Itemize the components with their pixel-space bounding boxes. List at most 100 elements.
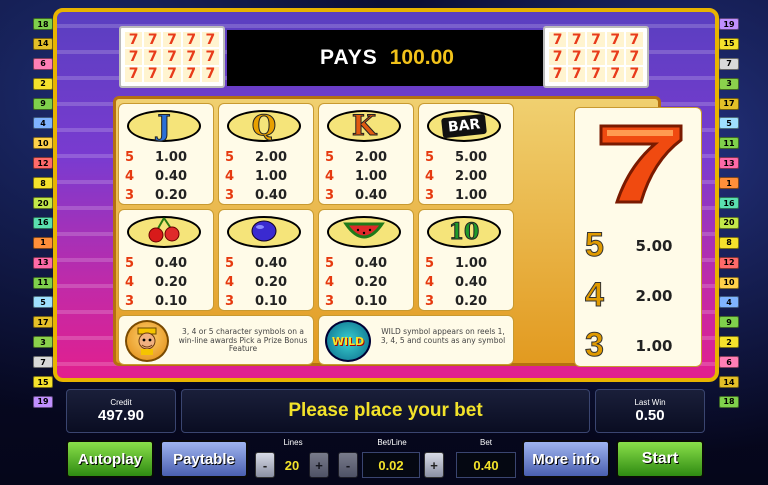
mini-seven-icon: 7 (549, 66, 567, 82)
pay-count: 3 (125, 294, 135, 309)
pay-row: 4 0.20 (225, 273, 307, 292)
right-line-badge: 4 (719, 296, 739, 309)
mini-seven-icon: 7 (625, 66, 643, 82)
mini-seven-icon: 7 (549, 49, 567, 65)
pay-count: 3 (225, 294, 235, 309)
mini-seven-icon: 7 (163, 49, 181, 65)
seven-cell: 5 5.00 4 2.00 3 1.00 (574, 107, 702, 367)
pay-amount: 1.00 (354, 169, 388, 184)
pay-row: 3 0.40 (225, 186, 307, 205)
wild-icon: WILD (325, 320, 371, 362)
more-info-button[interactable]: More info (522, 440, 610, 478)
lines-minus-button[interactable]: - (255, 452, 275, 478)
mini-seven-icon: 7 (201, 49, 219, 65)
mini-reel-grid-left: 777777777777777 (119, 26, 225, 88)
pay-row: 4 0.20 (125, 273, 207, 292)
pay-amount: 0.40 (154, 256, 188, 271)
pay-count: 4 (425, 275, 435, 290)
mini-seven-icon: 7 (587, 49, 605, 65)
right-line-badge: 18 (719, 395, 739, 408)
left-line-badge: 9 (33, 97, 53, 110)
left-line-badge: 2 (33, 77, 53, 90)
paytable-button[interactable]: Paytable (160, 440, 248, 478)
pay-amount: 0.40 (354, 256, 388, 271)
left-line-badge: 10 (33, 137, 53, 150)
seven-pay-amount: 2.00 (635, 286, 673, 305)
betline-label: Bet/Line (377, 438, 407, 447)
start-button[interactable]: Start (616, 440, 704, 478)
last-win-display: Last Win 0.50 (595, 389, 705, 433)
left-line-badge: 15 (33, 376, 53, 389)
left-line-badge: 17 (33, 316, 53, 329)
mini-seven-icon: 7 (568, 66, 586, 82)
seven-symbol (593, 116, 688, 206)
mini-seven-icon: 7 (163, 32, 181, 48)
left-line-badge: 12 (33, 157, 53, 170)
mini-seven-icon: 7 (625, 32, 643, 48)
pay-amount: 0.20 (254, 275, 288, 290)
symbol-glyph: 10 (448, 219, 480, 245)
pay-count: 3 (225, 188, 235, 203)
pay-amount: 0.20 (454, 294, 488, 309)
left-line-badge: 7 (33, 356, 53, 369)
pay-count: 3 (425, 294, 435, 309)
mini-seven-icon: 7 (568, 49, 586, 65)
mini-seven-icon: 7 (144, 66, 162, 82)
pay-count: 4 (125, 275, 135, 290)
right-line-badge: 15 (719, 37, 739, 50)
left-line-badge: 18 (33, 18, 53, 30)
pay-count: 5 (325, 256, 335, 271)
betline-minus-button[interactable]: - (338, 452, 358, 478)
pay-amount: 0.40 (354, 188, 388, 203)
pay-count: 3 (125, 188, 135, 203)
left-line-badge: 20 (33, 197, 53, 210)
right-line-badge: 9 (719, 316, 739, 329)
betline-plus-button[interactable]: + (424, 452, 444, 478)
pay-amount: 0.40 (154, 169, 188, 184)
cherries-shape (144, 216, 184, 249)
pay-count: 4 (425, 169, 435, 184)
mini-seven-icon: 7 (606, 66, 624, 82)
pay-row: 3 0.20 (425, 292, 507, 311)
lines-plus-button[interactable]: + (309, 452, 329, 478)
pay-amount: 5.00 (454, 150, 488, 165)
pay-amount: 2.00 (254, 150, 288, 165)
cherries-icon (127, 216, 201, 248)
last-win-label: Last Win (634, 398, 666, 407)
right-line-badge: 20 (719, 216, 739, 229)
pay-row: 3 0.20 (125, 186, 207, 205)
pay-count: 5 (425, 256, 435, 271)
pay-row: 5 1.00 (125, 148, 207, 167)
watermelon-shape (342, 216, 386, 249)
pay-count: 5 (225, 256, 235, 271)
pay-row: 5 0.40 (125, 254, 207, 273)
pay-count: 5 (125, 150, 135, 165)
left-line-badge: 8 (33, 177, 53, 190)
pay-amount: 1.00 (254, 169, 288, 184)
credit-display: Credit 497.90 (66, 389, 176, 433)
pay-count: 4 (325, 275, 335, 290)
mini-seven-icon: 7 (182, 32, 200, 48)
status-message: Please place your bet (288, 400, 483, 421)
betline-value: 0.02 (362, 452, 420, 478)
pay-count: 4 (225, 169, 235, 184)
character-note: 3, 4 or 5 character symbols on a win-lin… (178, 327, 308, 354)
pay-rows: 5 2.00 4 1.00 3 0.40 (325, 148, 407, 205)
symbol-cell-plum: 5 0.40 4 0.20 3 0.10 (218, 209, 314, 311)
pay-row: 5 2.00 (225, 148, 307, 167)
pay-amount: 0.10 (154, 294, 188, 309)
pays-value: 100.00 (389, 46, 454, 69)
pay-amount: 1.00 (454, 256, 488, 271)
autoplay-button[interactable]: Autoplay (66, 440, 154, 478)
seven-pay-count: 3 (585, 326, 605, 365)
message-display: Please place your bet (181, 389, 590, 433)
right-line-badge: 1 (719, 177, 739, 190)
pay-count: 5 (225, 150, 235, 165)
pay-row: 4 1.00 (225, 167, 307, 186)
mini-seven-icon: 7 (125, 49, 143, 65)
q-icon: Q (227, 110, 301, 142)
seven-pay-row: 5 5.00 (585, 226, 693, 265)
pay-row: 5 5.00 (425, 148, 507, 167)
left-line-badge: 19 (33, 395, 53, 408)
mini-seven-icon: 7 (549, 32, 567, 48)
